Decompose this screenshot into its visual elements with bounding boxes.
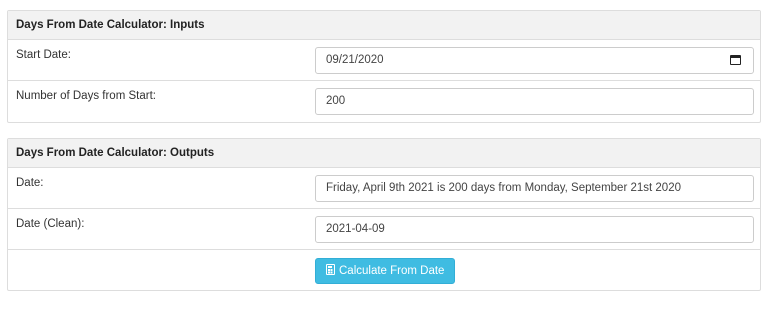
button-row: Calculate From Date	[8, 250, 760, 290]
calculator-icon	[326, 264, 335, 276]
calendar-icon[interactable]	[730, 55, 741, 65]
start-date-input[interactable]: 09/21/2020	[315, 47, 754, 74]
date-output-value: Friday, April 9th 2021 is 200 days from …	[326, 182, 681, 194]
days-label: Number of Days from Start:	[16, 90, 156, 102]
start-date-value: 09/21/2020	[326, 54, 384, 66]
inputs-panel: Days From Date Calculator: Inputs Start …	[7, 10, 761, 123]
calculate-from-date-button[interactable]: Calculate From Date	[315, 258, 456, 284]
inputs-panel-title: Days From Date Calculator: Inputs	[8, 11, 760, 40]
date-row: Date: Friday, April 9th 2021 is 200 days…	[8, 168, 760, 209]
days-value: 200	[326, 95, 346, 107]
outputs-panel-title: Days From Date Calculator: Outputs	[8, 139, 760, 168]
date-label: Date:	[16, 177, 44, 189]
start-date-label: Start Date:	[16, 49, 71, 61]
days-row: Number of Days from Start: 200	[8, 81, 760, 122]
outputs-panel: Days From Date Calculator: Outputs Date:…	[7, 138, 761, 291]
start-date-row: Start Date: 09/21/2020	[8, 40, 760, 81]
calculate-button-label: Calculate From Date	[339, 265, 445, 277]
date-clean-label: Date (Clean):	[16, 218, 85, 230]
date-output[interactable]: Friday, April 9th 2021 is 200 days from …	[315, 175, 754, 202]
days-input[interactable]: 200	[315, 88, 754, 115]
date-clean-value: 2021-04-09	[326, 223, 385, 235]
date-clean-output[interactable]: 2021-04-09	[315, 216, 754, 243]
date-clean-row: Date (Clean): 2021-04-09	[8, 209, 760, 250]
